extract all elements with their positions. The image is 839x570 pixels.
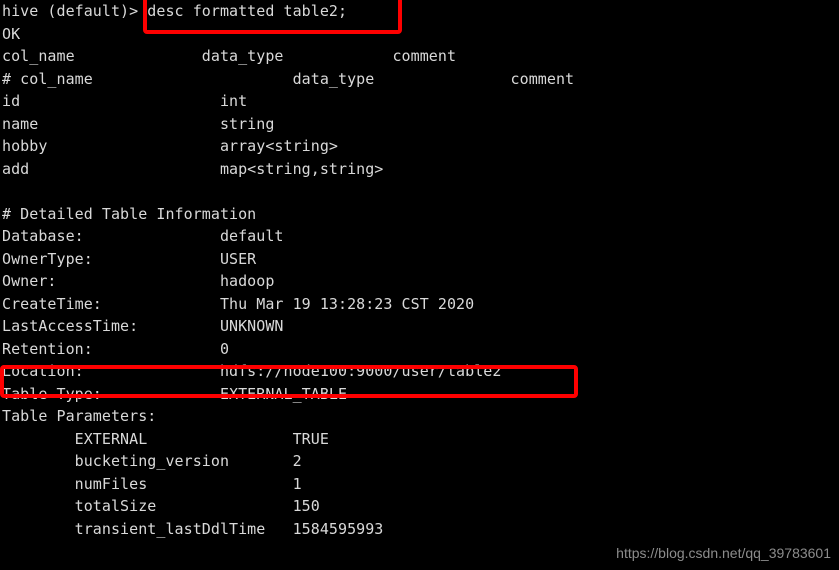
- terminal-line-detailed-table-information: # Detailed Table Information: [2, 204, 257, 223]
- terminal-line-column-name: name string: [2, 114, 275, 133]
- terminal-line-param-totalsize: totalSize 150: [2, 497, 320, 515]
- terminal-line-lastaccesstime: LastAccessTime: UNKNOWN: [2, 317, 284, 335]
- watermark-text: https://blog.csdn.net/qq_39783601: [616, 544, 831, 561]
- terminal-line-location: Location: hdfs://node100:9000/user/table…: [2, 362, 502, 380]
- terminal-line-column-header: col_name data_type comment: [2, 47, 457, 65]
- terminal-line-column-hobby: hobby array<string>: [2, 137, 338, 155]
- terminal-line-column-id: id int: [2, 92, 248, 110]
- terminal-line-prompt-command: hive (default)> desc formatted table2;: [2, 2, 348, 20]
- terminal-line-column-add: add map<string,string>: [2, 159, 384, 178]
- terminal-line-param-numfiles: numFiles 1: [2, 474, 302, 493]
- terminal-line-param-transient-lastddltime: transient_lastDdlTime 1584595993: [2, 519, 384, 538]
- terminal-line-createtime: CreateTime: Thu Mar 19 13:28:23 CST 2020: [2, 294, 475, 313]
- terminal-line-retention: Retention: 0: [2, 339, 230, 358]
- terminal-output: hive (default)> desc formatted table2; O…: [2, 0, 837, 540]
- terminal-line-table-parameters: Table Parameters:: [2, 407, 157, 425]
- terminal-line-param-external: EXTERNAL TRUE: [2, 429, 329, 448]
- terminal-line-ownertype: OwnerType: USER: [2, 249, 257, 268]
- terminal-line-status-ok: OK: [2, 24, 21, 43]
- terminal-line-table-type: Table Type: EXTERNAL_TABLE: [2, 384, 348, 403]
- terminal-line-param-bucketing-version: bucketing_version 2: [2, 452, 302, 470]
- terminal-line-owner: Owner: hadoop: [2, 272, 275, 290]
- terminal-line-database: Database: default: [2, 227, 284, 245]
- terminal-line-col-name-header: # col_name data_type comment: [2, 69, 575, 88]
- terminal-window[interactable]: hive (default)> desc formatted table2; O…: [0, 0, 839, 570]
